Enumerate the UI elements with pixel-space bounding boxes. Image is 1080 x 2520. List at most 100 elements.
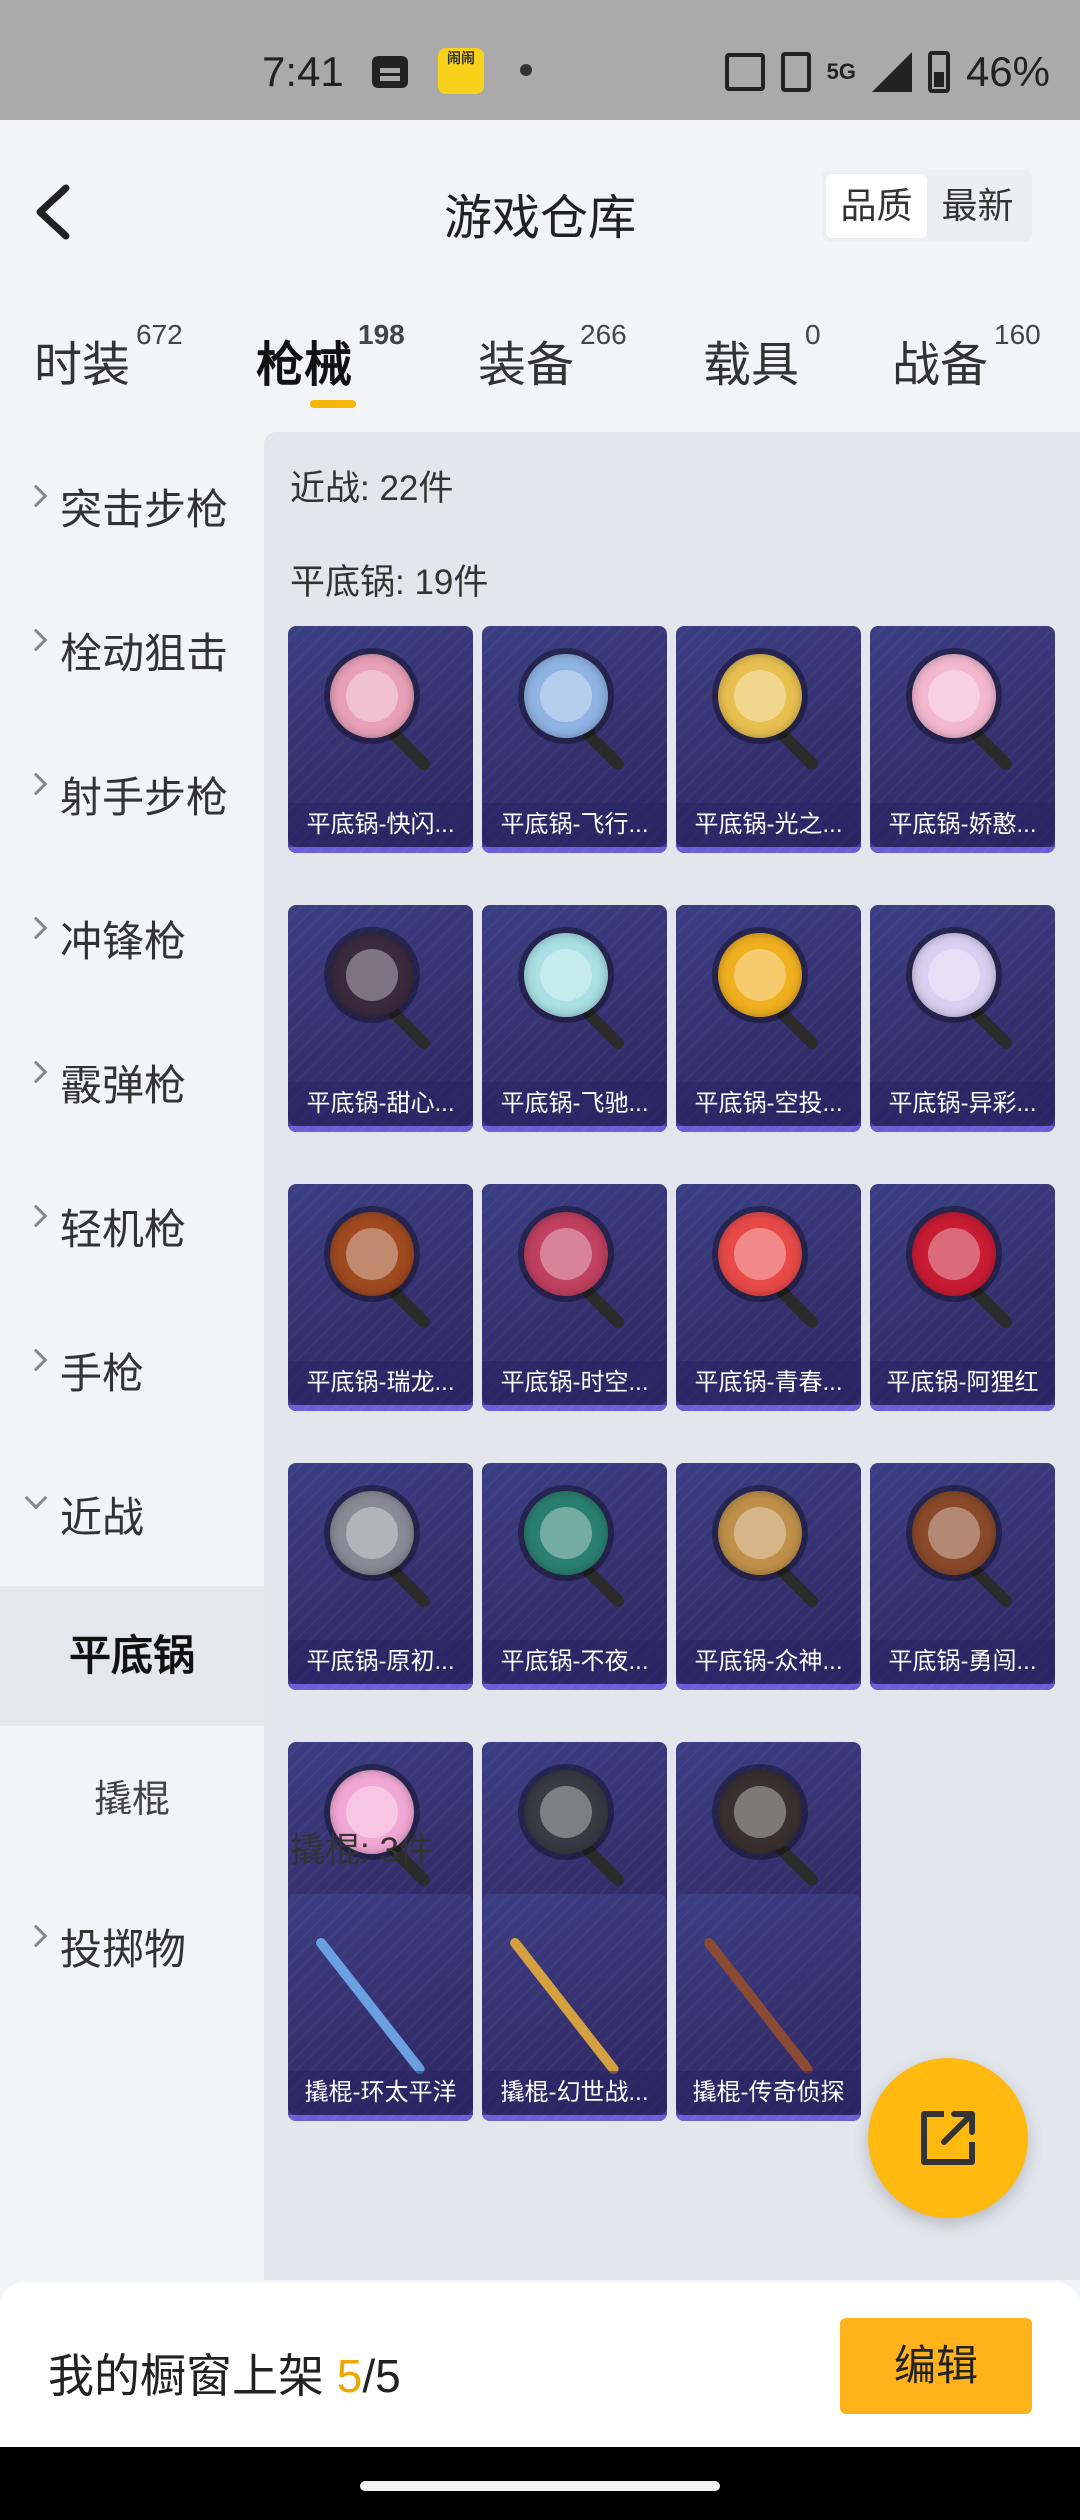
external-link-icon bbox=[921, 2111, 975, 2165]
crowbar-skin-card[interactable]: 撬棍-环太平洋 bbox=[288, 1894, 473, 2121]
pan-handle bbox=[967, 1283, 1015, 1331]
sidebar-subitem-crowbar[interactable]: 撬棍 bbox=[0, 1730, 264, 1870]
pan-skin-card[interactable]: 平底锅-勇闯... bbox=[870, 1463, 1055, 1690]
network-type: 5G bbox=[826, 59, 856, 84]
pan-skin-card[interactable]: 平底锅-甜心... bbox=[288, 905, 473, 1132]
status-time: 7:41 bbox=[262, 48, 344, 95]
chevron-right-icon bbox=[24, 1060, 48, 1084]
pan-handle bbox=[579, 725, 627, 773]
crowbar-skin-card[interactable]: 撬棍-传奇侦探 bbox=[676, 1894, 861, 2121]
pan-skin-card[interactable]: 平底锅-阿狸红 bbox=[870, 1184, 1055, 1411]
pan-handle bbox=[385, 725, 433, 773]
pan-emblem bbox=[928, 670, 980, 722]
pan-skin-card[interactable]: 平底锅-众神... bbox=[676, 1463, 861, 1690]
notification-dot-icon bbox=[520, 64, 532, 76]
sidebar-item-label: 近战 bbox=[60, 1494, 145, 1541]
sidebar-item-assault-rifle[interactable]: 突击步枪 bbox=[0, 432, 264, 572]
tab-count: 198 bbox=[358, 319, 405, 350]
frying-pan-icon bbox=[718, 933, 802, 1017]
pan-emblem bbox=[540, 1228, 592, 1280]
pan-skin-card[interactable]: 平底锅-空投... bbox=[676, 905, 861, 1132]
frying-pan-icon bbox=[912, 654, 996, 738]
item-name: 撬棍-环太平洋 bbox=[288, 2071, 473, 2115]
frying-pan-icon bbox=[330, 1491, 414, 1575]
showcase-total: /5 bbox=[362, 2350, 401, 2402]
sidebar-item-smg[interactable]: 冲锋枪 bbox=[0, 864, 264, 1004]
item-name: 平底锅-不夜... bbox=[482, 1640, 667, 1684]
tab-label: 战备 bbox=[892, 339, 989, 392]
item-name: 平底锅-原初... bbox=[288, 1640, 473, 1684]
sidebar-item-label: 栓动狙击 bbox=[60, 630, 229, 677]
item-name: 平底锅-快闪... bbox=[288, 803, 473, 847]
item-name: 撬棍-幻世战... bbox=[482, 2071, 667, 2115]
sidebar-item-bolt-sniper[interactable]: 栓动狙击 bbox=[0, 576, 264, 716]
tab-combat-supplies[interactable]: 战备160 bbox=[892, 319, 1041, 395]
pan-emblem bbox=[734, 949, 786, 1001]
pan-handle bbox=[967, 1562, 1015, 1610]
sidebar-item-label: 轻机枪 bbox=[60, 1206, 187, 1253]
sidebar-item-pistol[interactable]: 手枪 bbox=[0, 1296, 264, 1436]
edit-button[interactable]: 编辑 bbox=[840, 2318, 1032, 2414]
crowbar-skin-card[interactable]: 撬棍-幻世战... bbox=[482, 1894, 667, 2121]
tab-vehicles[interactable]: 载具0 bbox=[703, 319, 821, 395]
pan-handle bbox=[385, 1004, 433, 1052]
pan-handle bbox=[579, 1841, 627, 1889]
item-name: 平底锅-空投... bbox=[676, 1082, 861, 1126]
tab-firearms[interactable]: 枪械198 bbox=[256, 319, 405, 395]
pan-handle bbox=[967, 1004, 1015, 1052]
frying-pan-icon bbox=[330, 933, 414, 1017]
frying-pan-icon bbox=[912, 1491, 996, 1575]
sidebar-item-label: 手枪 bbox=[60, 1350, 145, 1397]
frying-pan-icon bbox=[912, 1212, 996, 1296]
sidebar-item-melee[interactable]: 近战 bbox=[0, 1440, 264, 1580]
tab-fashion[interactable]: 时装672 bbox=[34, 319, 183, 395]
item-name: 平底锅-光之... bbox=[676, 803, 861, 847]
sidebar-item-label: 突击步枪 bbox=[60, 486, 229, 533]
chevron-right-icon bbox=[24, 1924, 48, 1948]
sidebar-subitem-pan[interactable]: 平底锅 bbox=[0, 1586, 264, 1726]
item-name: 平底锅-时空... bbox=[482, 1361, 667, 1405]
sort-quality-button[interactable]: 品质 bbox=[826, 174, 927, 238]
app-badge-text: 闹闹 bbox=[447, 50, 475, 66]
item-name: 平底锅-瑞龙... bbox=[288, 1361, 473, 1405]
pan-skin-card[interactable]: 平底锅-飞行... bbox=[482, 626, 667, 853]
sidebar-item-shotgun[interactable]: 霰弹枪 bbox=[0, 1008, 264, 1148]
frying-pan-icon bbox=[330, 1212, 414, 1296]
melee-total-label: 近战: 22件 bbox=[290, 469, 454, 508]
sim-icon bbox=[780, 52, 811, 92]
pan-skin-card[interactable]: 平底锅-时空... bbox=[482, 1184, 667, 1411]
sidebar-item-label: 霰弹枪 bbox=[60, 1062, 187, 1109]
pan-grid: 平底锅-快闪... 平底锅-飞行... 平底锅-光之... 平底锅-娇憨... 平底锅-… bbox=[288, 626, 1055, 1969]
sidebar-item-label: 投掷物 bbox=[60, 1926, 187, 1973]
vibrate-icon bbox=[724, 53, 765, 91]
sidebar-item-marksman-rifle[interactable]: 射手步枪 bbox=[0, 720, 264, 860]
sidebar-item-throwables[interactable]: 投掷物 bbox=[0, 1872, 264, 2012]
tab-label: 载具 bbox=[703, 339, 800, 392]
pan-skin-card[interactable]: 平底锅-青春... bbox=[676, 1184, 861, 1411]
pan-skin-card[interactable]: 平底锅-瑞龙... bbox=[288, 1184, 473, 1411]
tab-label: 时装 bbox=[34, 339, 131, 392]
pan-skin-card[interactable]: 平底锅-不夜... bbox=[482, 1463, 667, 1690]
item-name: 平底锅-青春... bbox=[676, 1361, 861, 1405]
sidebar-item-label: 射手步枪 bbox=[60, 774, 229, 821]
pan-skin-card[interactable]: 平底锅-异彩... bbox=[870, 905, 1055, 1132]
pan-handle bbox=[385, 1562, 433, 1610]
share-button[interactable] bbox=[868, 2058, 1028, 2218]
sort-newest-button[interactable]: 最新 bbox=[927, 174, 1028, 238]
pan-skin-card[interactable]: 平底锅-飞驰... bbox=[482, 905, 667, 1132]
sort-toggle[interactable]: 品质 最新 bbox=[822, 170, 1032, 242]
frying-pan-icon bbox=[330, 654, 414, 738]
sidebar-item-lmg[interactable]: 轻机枪 bbox=[0, 1152, 264, 1292]
home-indicator[interactable] bbox=[360, 2481, 720, 2491]
frying-pan-icon bbox=[912, 933, 996, 1017]
item-content: 近战: 22件 平底锅: 19件 平底锅-快闪... 平底锅-飞行... 平底锅-光… bbox=[264, 432, 1080, 2280]
pan-handle bbox=[579, 1562, 627, 1610]
pan-skin-card[interactable]: 平底锅-原初... bbox=[288, 1463, 473, 1690]
back-button[interactable] bbox=[30, 182, 80, 242]
pan-skin-card[interactable]: 平底锅-光之... bbox=[676, 626, 861, 853]
tab-count: 0 bbox=[805, 319, 821, 350]
pan-skin-card[interactable]: 平底锅-娇憨... bbox=[870, 626, 1055, 853]
tab-equipment[interactable]: 装备266 bbox=[478, 319, 627, 395]
pan-skin-card[interactable]: 平底锅-快闪... bbox=[288, 626, 473, 853]
status-right: 5G 46% bbox=[724, 48, 1050, 96]
